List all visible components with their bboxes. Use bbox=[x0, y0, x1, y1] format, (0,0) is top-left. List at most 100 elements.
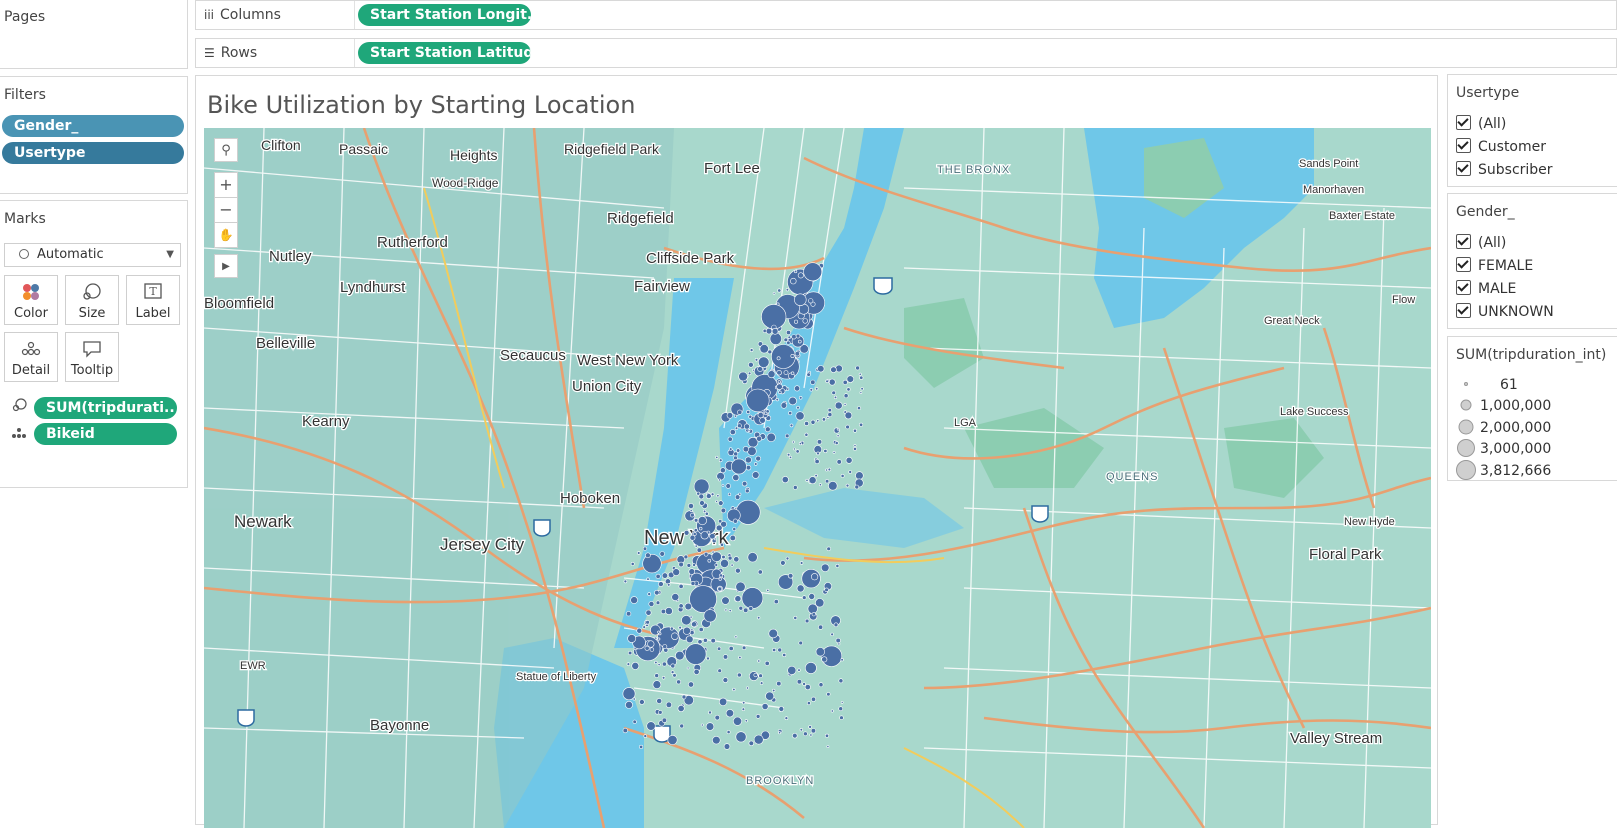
tooltip-button[interactable]: Tooltip bbox=[65, 332, 119, 382]
bike-station-mark[interactable] bbox=[844, 411, 853, 420]
bike-station-mark[interactable] bbox=[714, 563, 719, 567]
bike-station-mark[interactable] bbox=[637, 551, 641, 555]
bike-station-mark[interactable] bbox=[858, 372, 862, 376]
bike-station-mark[interactable] bbox=[793, 615, 798, 620]
bike-station-mark[interactable] bbox=[767, 370, 776, 379]
bike-station-mark[interactable] bbox=[830, 632, 834, 637]
bike-station-mark[interactable] bbox=[855, 471, 864, 480]
bike-station-mark[interactable] bbox=[722, 654, 729, 660]
bike-station-mark[interactable] bbox=[667, 583, 671, 587]
bike-station-mark[interactable] bbox=[857, 406, 861, 411]
bike-station-mark[interactable] bbox=[719, 573, 724, 578]
bike-station-mark[interactable] bbox=[845, 456, 853, 464]
bike-station-mark[interactable] bbox=[747, 446, 757, 456]
bike-station-mark[interactable] bbox=[658, 710, 663, 715]
bike-station-mark[interactable] bbox=[677, 704, 685, 712]
bike-station-mark[interactable] bbox=[778, 390, 782, 394]
bike-station-mark[interactable] bbox=[752, 368, 755, 372]
bike-station-mark[interactable] bbox=[838, 678, 844, 684]
bike-station-mark[interactable] bbox=[665, 701, 673, 708]
bike-station-mark[interactable] bbox=[708, 710, 712, 715]
bike-station-mark[interactable] bbox=[792, 732, 798, 739]
bike-station-mark[interactable] bbox=[796, 405, 800, 410]
bike-station-mark[interactable] bbox=[734, 635, 738, 639]
bike-station-mark[interactable] bbox=[804, 618, 810, 624]
gender-option-male[interactable]: MALE bbox=[1456, 280, 1516, 297]
bike-station-mark[interactable] bbox=[777, 288, 782, 293]
bike-station-mark[interactable] bbox=[805, 662, 817, 674]
bike-station-mark[interactable] bbox=[727, 555, 733, 561]
bike-station-mark[interactable] bbox=[646, 577, 650, 581]
bike-station-mark[interactable] bbox=[845, 483, 850, 488]
bike-station-mark[interactable] bbox=[737, 423, 742, 429]
bike-station-mark[interactable] bbox=[733, 556, 740, 563]
pan-select-button[interactable]: ✋ bbox=[214, 222, 238, 248]
bike-station-mark[interactable] bbox=[835, 364, 843, 373]
bike-station-mark[interactable] bbox=[678, 561, 684, 568]
bike-station-mark[interactable] bbox=[834, 401, 843, 410]
bike-station-mark[interactable] bbox=[733, 451, 739, 457]
bike-station-mark[interactable] bbox=[671, 632, 679, 640]
bike-station-mark[interactable] bbox=[697, 639, 703, 645]
bike-station-mark[interactable] bbox=[859, 391, 863, 394]
bike-station-mark[interactable] bbox=[753, 734, 764, 745]
bike-station-mark[interactable] bbox=[703, 609, 717, 623]
bike-station-mark[interactable] bbox=[777, 647, 783, 653]
bike-station-mark[interactable] bbox=[860, 387, 864, 391]
bike-station-mark[interactable] bbox=[808, 593, 816, 600]
bike-station-mark[interactable] bbox=[831, 390, 836, 395]
bike-station-mark[interactable] bbox=[811, 612, 816, 617]
bike-station-mark[interactable] bbox=[787, 665, 797, 675]
bike-station-mark[interactable] bbox=[737, 409, 743, 415]
bike-station-mark[interactable] bbox=[790, 371, 795, 375]
bike-station-mark[interactable] bbox=[631, 662, 640, 670]
bike-station-mark[interactable] bbox=[729, 534, 736, 542]
bike-station-mark[interactable] bbox=[859, 375, 864, 380]
bike-station-mark[interactable] bbox=[825, 379, 829, 384]
bike-station-mark[interactable] bbox=[833, 395, 838, 400]
color-button[interactable]: Color bbox=[4, 275, 58, 325]
bike-station-mark[interactable] bbox=[758, 673, 763, 678]
bike-station-mark[interactable] bbox=[804, 432, 809, 437]
bike-station-mark[interactable] bbox=[827, 412, 833, 417]
columns-pill[interactable]: Start Station Longit.. bbox=[358, 4, 531, 26]
bike-station-mark[interactable] bbox=[720, 467, 726, 474]
bike-station-mark[interactable] bbox=[753, 462, 758, 466]
bike-station-mark[interactable] bbox=[826, 546, 831, 551]
bike-station-mark[interactable] bbox=[660, 608, 667, 615]
bike-station-mark[interactable] bbox=[832, 450, 836, 454]
bike-station-mark[interactable] bbox=[798, 640, 803, 646]
bike-station-mark[interactable] bbox=[821, 417, 826, 422]
bike-station-mark[interactable] bbox=[799, 561, 804, 565]
bike-station-mark[interactable] bbox=[721, 596, 730, 605]
bike-station-mark[interactable] bbox=[711, 568, 722, 579]
bike-station-mark[interactable] bbox=[657, 637, 661, 641]
bike-station-mark[interactable] bbox=[738, 605, 744, 611]
bike-station-mark[interactable] bbox=[690, 580, 696, 586]
bike-station-mark[interactable] bbox=[664, 578, 671, 585]
bike-station-mark[interactable] bbox=[720, 542, 724, 547]
bike-station-mark[interactable] bbox=[647, 592, 652, 596]
bike-station-mark[interactable] bbox=[723, 743, 731, 750]
bike-station-mark[interactable] bbox=[833, 622, 839, 628]
bike-station-mark[interactable] bbox=[747, 371, 752, 376]
bike-station-mark[interactable] bbox=[769, 332, 782, 345]
bike-station-mark[interactable] bbox=[698, 493, 705, 500]
bike-station-mark[interactable] bbox=[644, 645, 650, 651]
bike-station-mark[interactable] bbox=[648, 601, 655, 607]
bike-station-mark[interactable] bbox=[669, 626, 674, 631]
bike-station-mark[interactable] bbox=[746, 388, 770, 413]
bike-station-mark[interactable] bbox=[718, 697, 728, 707]
bike-station-mark[interactable] bbox=[797, 668, 801, 672]
columns-shelf[interactable]: iii Columns Start Station Longit.. bbox=[195, 0, 1617, 30]
bike-station-mark[interactable] bbox=[794, 293, 807, 306]
bike-station-mark[interactable] bbox=[643, 734, 648, 738]
bike-station-mark[interactable] bbox=[744, 719, 748, 723]
bike-station-mark[interactable] bbox=[802, 595, 807, 600]
bike-station-mark[interactable] bbox=[676, 679, 681, 685]
bike-station-mark[interactable] bbox=[859, 422, 864, 427]
bike-station-mark[interactable] bbox=[799, 728, 803, 732]
bike-station-mark[interactable] bbox=[804, 684, 811, 691]
bike-station-mark[interactable] bbox=[827, 467, 832, 472]
bike-station-mark[interactable] bbox=[741, 587, 764, 609]
